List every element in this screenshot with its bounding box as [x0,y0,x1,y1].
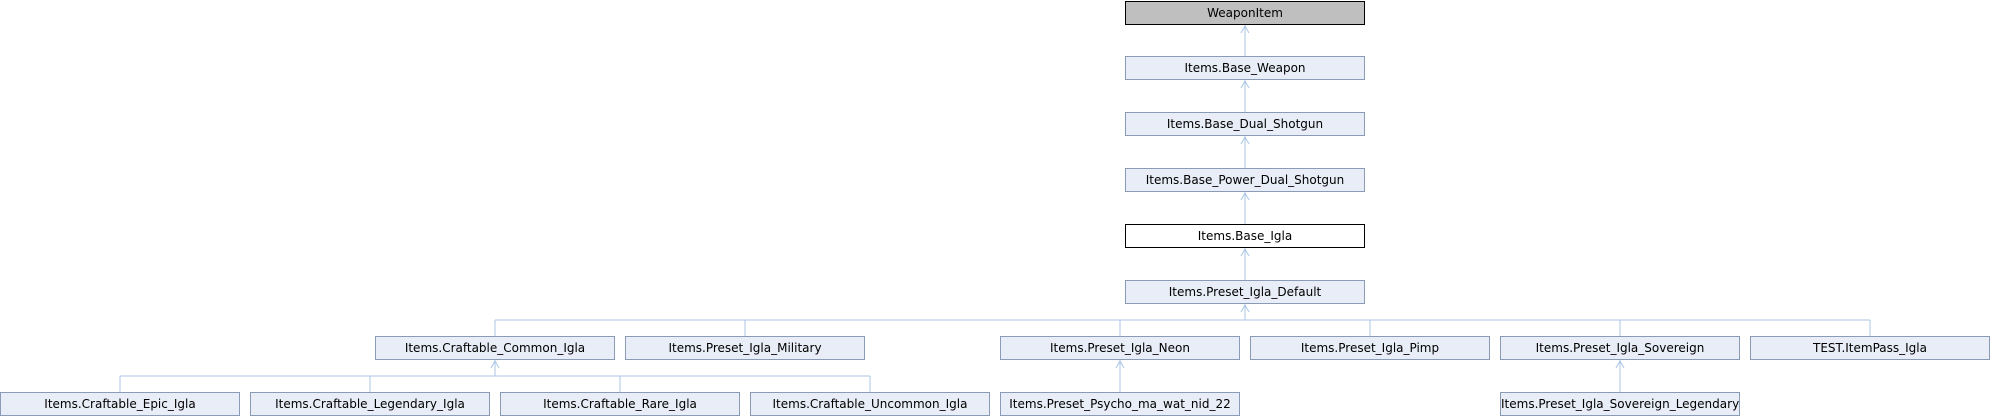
node-preset-igla-military[interactable]: Items.Preset_Igla_Military [625,336,865,360]
node-craftable-legendary-igla[interactable]: Items.Craftable_Legendary_Igla [250,392,490,416]
node-preset-igla-default[interactable]: Items.Preset_Igla_Default [1125,280,1365,304]
inheritance-diagram: WeaponItem Items.Base_Weapon Items.Base_… [0,0,1990,416]
node-base-power-dual-shotgun[interactable]: Items.Base_Power_Dual_Shotgun [1125,168,1365,192]
node-craftable-common-igla[interactable]: Items.Craftable_Common_Igla [375,336,615,360]
node-preset-igla-sovereign-legendary[interactable]: Items.Preset_Igla_Sovereign_Legendary [1500,392,1740,416]
node-craftable-uncommon-igla[interactable]: Items.Craftable_Uncommon_Igla [750,392,990,416]
node-craftable-epic-igla[interactable]: Items.Craftable_Epic_Igla [0,392,240,416]
node-preset-igla-neon[interactable]: Items.Preset_Igla_Neon [1000,336,1240,360]
node-preset-igla-pimp[interactable]: Items.Preset_Igla_Pimp [1250,336,1490,360]
node-preset-psycho[interactable]: Items.Preset_Psycho_ma_wat_nid_22 [1000,392,1240,416]
node-preset-igla-sovereign[interactable]: Items.Preset_Igla_Sovereign [1500,336,1740,360]
node-base-weapon[interactable]: Items.Base_Weapon [1125,56,1365,80]
node-test-itempass-igla[interactable]: TEST.ItemPass_Igla [1750,336,1990,360]
node-base-igla[interactable]: Items.Base_Igla [1125,224,1365,248]
node-craftable-rare-igla[interactable]: Items.Craftable_Rare_Igla [500,392,740,416]
node-base-dual-shotgun[interactable]: Items.Base_Dual_Shotgun [1125,112,1365,136]
node-weapon-item[interactable]: WeaponItem [1125,1,1365,25]
